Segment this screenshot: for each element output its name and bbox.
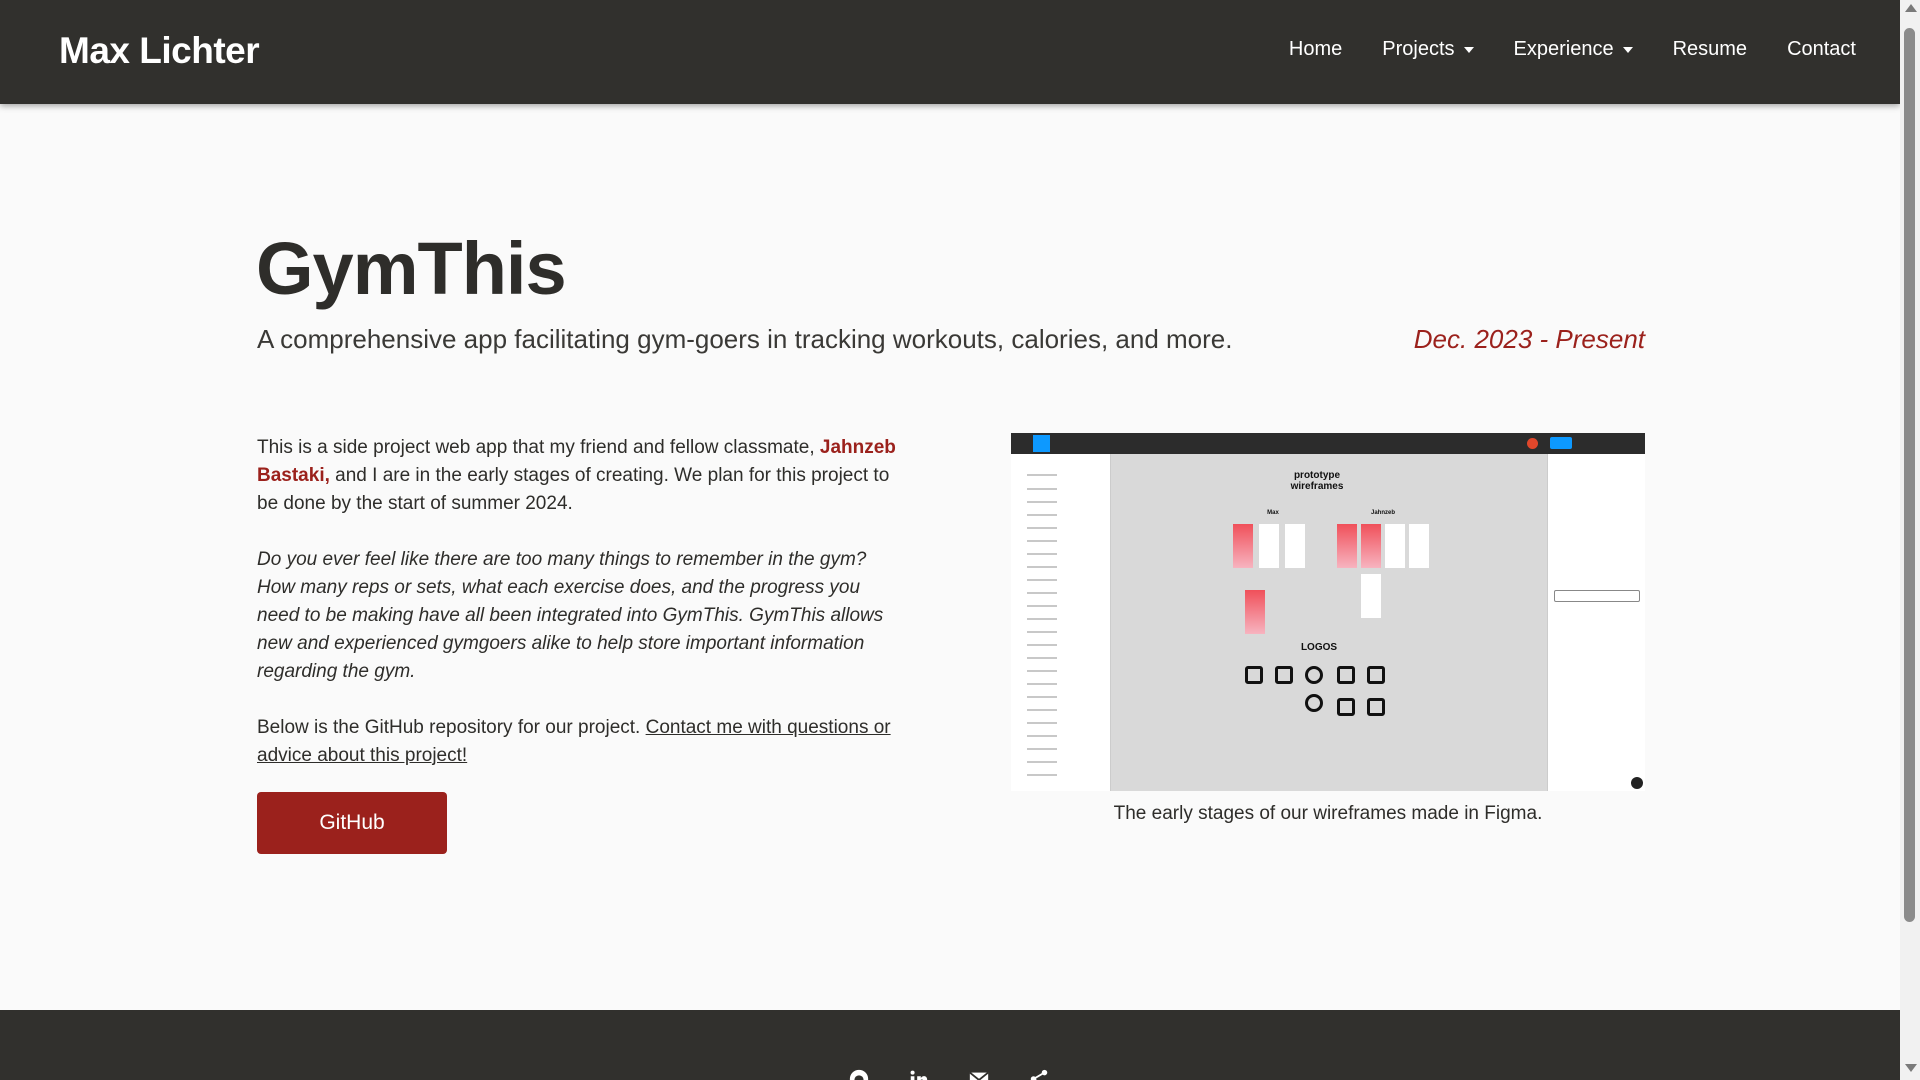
nav-experience-label: Experience <box>1513 38 1614 60</box>
repo-paragraph: Below is the GitHub repository for our p… <box>257 714 897 770</box>
nav-home[interactable]: Home <box>1289 38 1342 61</box>
scroll-down-arrow-icon[interactable] <box>1905 1064 1917 1072</box>
figma-wireframe-screenshot: prototype wireframes Max Jahnzeb LOGOS <box>1011 433 1645 791</box>
footer <box>0 1010 1900 1080</box>
caret-down-icon <box>1622 46 1633 53</box>
figma-layers-panel <box>1011 454 1111 791</box>
github-button[interactable]: GitHub <box>257 792 447 854</box>
page-title: GymThis <box>256 227 567 310</box>
group-jahnzeb-label: Jahnzeb <box>1370 510 1395 516</box>
project-date: Dec. 2023 - Present <box>1413 324 1645 354</box>
nav-contact-label: Contact <box>1787 38 1856 60</box>
help-icon <box>1631 777 1643 789</box>
caret-down-icon <box>1463 46 1474 53</box>
figma-canvas: prototype wireframes Max Jahnzeb LOGOS <box>1111 454 1547 791</box>
nav-resume[interactable]: Resume <box>1673 38 1747 61</box>
figma-design-panel <box>1547 454 1645 791</box>
linkedin-icon[interactable] <box>908 1068 930 1080</box>
nav-projects-label: Projects <box>1382 38 1455 60</box>
nav-experience-dropdown[interactable]: Experience <box>1514 38 1633 61</box>
prototype-label: prototype wireframes <box>1290 470 1344 492</box>
logos-label: LOGOS <box>1300 642 1338 653</box>
pitch-paragraph: Do you ever feel like there are too many… <box>257 549 884 682</box>
project-description: This is a side project web app that my f… <box>257 434 897 798</box>
project-subtitle: A comprehensive app facilitating gym-goe… <box>257 324 1233 354</box>
share-icon[interactable] <box>1028 1068 1050 1080</box>
scroll-thumb[interactable] <box>1904 28 1915 922</box>
nav-projects-dropdown[interactable]: Projects <box>1382 38 1474 61</box>
intro-paragraph: This is a side project web app that my f… <box>257 434 897 518</box>
group-max-label: Max <box>1267 510 1279 516</box>
move-tool-icon <box>1033 435 1050 452</box>
nav-resume-label: Resume <box>1672 38 1748 60</box>
brand-logo[interactable]: Max Lichter <box>59 30 260 72</box>
share-badge <box>1550 437 1572 449</box>
social-links <box>848 1068 1050 1080</box>
figma-toolbar <box>1011 433 1645 454</box>
email-icon[interactable] <box>968 1068 990 1080</box>
nav-contact[interactable]: Contact <box>1787 38 1856 61</box>
intro-text-end: and I are in the early stages of creatin… <box>257 465 890 514</box>
main-nav: Home Projects Experience Resume Contact <box>1289 38 1856 61</box>
avatar <box>1527 438 1538 449</box>
page-scrollbar[interactable] <box>1900 0 1920 1080</box>
scroll-up-arrow-icon[interactable] <box>1905 4 1917 12</box>
repo-text: Below is the GitHub repository for our p… <box>257 717 646 738</box>
figure-caption: The early stages of our wireframes made … <box>1113 803 1543 824</box>
github-icon[interactable] <box>848 1068 870 1080</box>
intro-text-start: This is a side project web app that my f… <box>257 437 820 458</box>
navbar: Max Lichter Home Projects Experience Res… <box>0 0 1900 104</box>
export-button <box>1554 590 1640 602</box>
nav-home-label: Home <box>1288 38 1343 60</box>
